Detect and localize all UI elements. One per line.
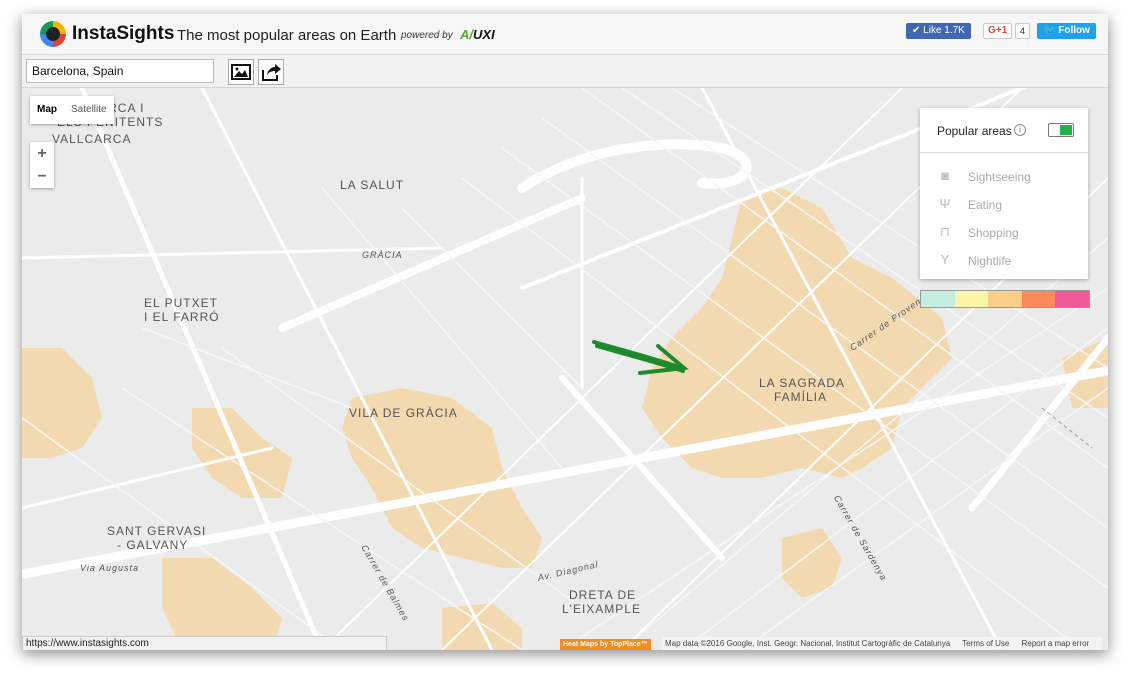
- google-plus-button[interactable]: G+1: [983, 23, 1013, 39]
- twitter-bird-icon: 🐦: [1043, 25, 1056, 36]
- label-la-sagrada: LA SAGRADA: [759, 376, 846, 390]
- image-icon: [231, 64, 251, 80]
- legend-swatch: [954, 291, 989, 307]
- auxi-logo-text: UXI: [473, 27, 495, 42]
- category-label: Nightlife: [968, 254, 1012, 268]
- tagline: The most popular areas on Earth: [177, 27, 397, 44]
- legend-swatch: [1055, 291, 1089, 307]
- map-attribution: Map data ©2016 Google, Inst. Geogr. Naci…: [662, 637, 1103, 650]
- powered-by-label: powered by: [401, 30, 453, 41]
- auxi-logo-a: A: [460, 27, 470, 42]
- label-galvany: - GALVANY: [117, 538, 189, 552]
- info-icon[interactable]: i: [1014, 124, 1026, 136]
- browser-window: InstaSights The most popular areas on Ea…: [22, 14, 1108, 650]
- panel-header: Popular areas i: [920, 108, 1088, 153]
- label-gracia: GRÀCIA: [362, 250, 403, 260]
- instasights-logo-icon[interactable]: [40, 21, 66, 47]
- report-map-error-link[interactable]: Report a map error: [1022, 639, 1090, 648]
- label-sant-gervasi: SANT GERVASI: [107, 524, 207, 538]
- status-bar-url: https://www.instasights.com: [22, 636, 387, 650]
- zoom-out-button[interactable]: −: [30, 165, 54, 188]
- panel-title: Popular areas: [937, 124, 1012, 138]
- twitter-follow-label: Follow: [1058, 25, 1090, 36]
- popular-areas-toggle[interactable]: [1048, 123, 1074, 137]
- label-i-el-farro: I EL FARRÓ: [144, 310, 220, 324]
- popular-areas-panel: Popular areas i ◙ Sightseeing Ψ Eating ⊓…: [920, 108, 1088, 279]
- twitter-follow-button[interactable]: 🐦 Follow: [1037, 23, 1096, 39]
- label-el-putxet: EL PUTXET: [144, 296, 218, 310]
- category-label: Eating: [968, 198, 1003, 212]
- facebook-like-button[interactable]: ✔ Like 1.7K: [906, 23, 971, 39]
- zoom-control: + −: [30, 142, 54, 188]
- map-type-control: Map Satellite: [30, 96, 114, 124]
- google-plus-count: 4: [1015, 23, 1031, 39]
- label-leixample: L'EIXAMPLE: [562, 602, 641, 616]
- category-shopping[interactable]: ⊓ Shopping: [920, 217, 1088, 245]
- brand-name[interactable]: InstaSights: [72, 23, 174, 45]
- category-nightlife[interactable]: Y Nightlife: [920, 245, 1088, 273]
- legend-swatch: [988, 291, 1022, 307]
- legend-swatch: [1021, 291, 1056, 307]
- map-data-credit: Map data ©2016 Google, Inst. Geogr. Naci…: [665, 639, 951, 648]
- fork-knife-icon: Ψ: [939, 196, 951, 211]
- shopping-bag-icon: ⊓: [939, 224, 951, 239]
- map-view-button[interactable]: Map: [30, 96, 64, 124]
- category-label: Sightseeing: [968, 170, 1031, 184]
- category-eating[interactable]: Ψ Eating: [920, 189, 1088, 217]
- toggle-knob: [1060, 125, 1072, 135]
- satellite-view-button[interactable]: Satellite: [64, 96, 114, 124]
- auxi-logo[interactable]: A/UXI: [460, 27, 495, 42]
- heatmap-credit-badge[interactable]: Heat Maps by TopPlace™: [560, 639, 651, 650]
- toolbar: [22, 55, 1108, 88]
- heat-color-legend: [920, 290, 1090, 308]
- camera-icon: ◙: [941, 168, 949, 183]
- image-button[interactable]: [228, 59, 254, 85]
- header-bar: InstaSights The most popular areas on Ea…: [22, 14, 1108, 55]
- legend-swatch: [921, 291, 955, 307]
- label-familia: FAMÍLIA: [774, 390, 828, 404]
- label-la-salut: LA SALUT: [340, 178, 405, 192]
- share-button[interactable]: [258, 59, 284, 85]
- cocktail-icon: Y: [940, 252, 950, 267]
- share-icon: [262, 64, 281, 81]
- category-sightseeing[interactable]: ◙ Sightseeing: [920, 161, 1088, 189]
- label-vallcarca: VALLCARCA: [52, 132, 132, 146]
- category-label: Shopping: [968, 226, 1019, 240]
- location-search-input[interactable]: [26, 59, 214, 83]
- map-canvas[interactable]: VALLCARCA I ELS PENITENTS VALLCARCA LA S…: [22, 88, 1108, 650]
- zoom-in-button[interactable]: +: [30, 142, 54, 165]
- street-via-augusta: Via Augusta: [80, 563, 140, 573]
- terms-link[interactable]: Terms of Use: [962, 639, 1009, 648]
- label-vila-de-gracia: VILA DE GRÀCIA: [349, 406, 458, 420]
- label-dreta-de: DRETA DE: [569, 588, 637, 602]
